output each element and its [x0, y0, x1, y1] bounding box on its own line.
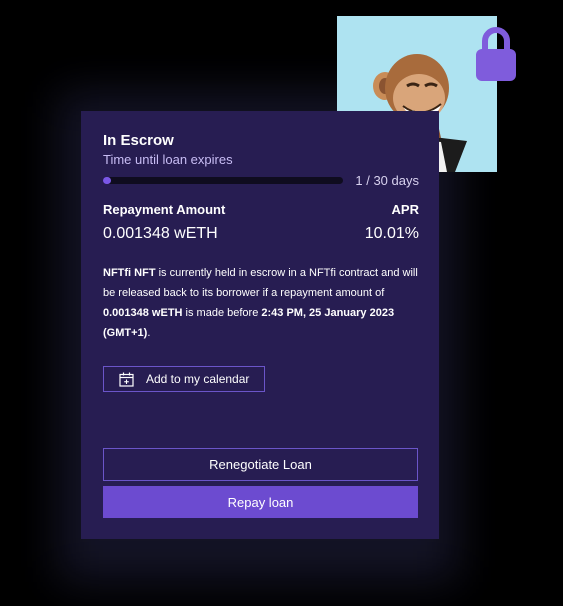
lock-icon [475, 27, 517, 81]
escrow-panel: In Escrow Time until loan expires 1 / 30… [81, 111, 439, 539]
panel-title: In Escrow [103, 132, 174, 149]
apr-value: 10.01% [364, 225, 419, 242]
add-to-calendar-label: Add to my calendar [146, 372, 250, 386]
repayment-amount-label: Repayment Amount [103, 202, 226, 217]
repay-loan-button[interactable]: Repay loan [103, 486, 418, 518]
apr-label: APR [391, 202, 419, 217]
loan-progress-text: 1 / 30 days [355, 173, 419, 188]
renegotiate-loan-button[interactable]: Renegotiate Loan [103, 448, 418, 481]
loan-progress-fill [103, 177, 111, 184]
loan-progress-bar [103, 177, 343, 184]
description-text-2: is made before [182, 307, 262, 319]
add-to-calendar-button[interactable]: Add to my calendar [103, 366, 265, 392]
nft-name: NFTfi NFT [103, 267, 156, 279]
repayment-amount-value: 0.001348 wETH [103, 225, 218, 242]
description-amount: 0.001348 wETH [103, 307, 183, 319]
escrow-description: NFTfi NFT is currently held in escrow in… [103, 263, 423, 343]
panel-subtitle: Time until loan expires [103, 152, 233, 167]
calendar-icon [119, 372, 134, 387]
description-text-3: . [147, 327, 151, 339]
